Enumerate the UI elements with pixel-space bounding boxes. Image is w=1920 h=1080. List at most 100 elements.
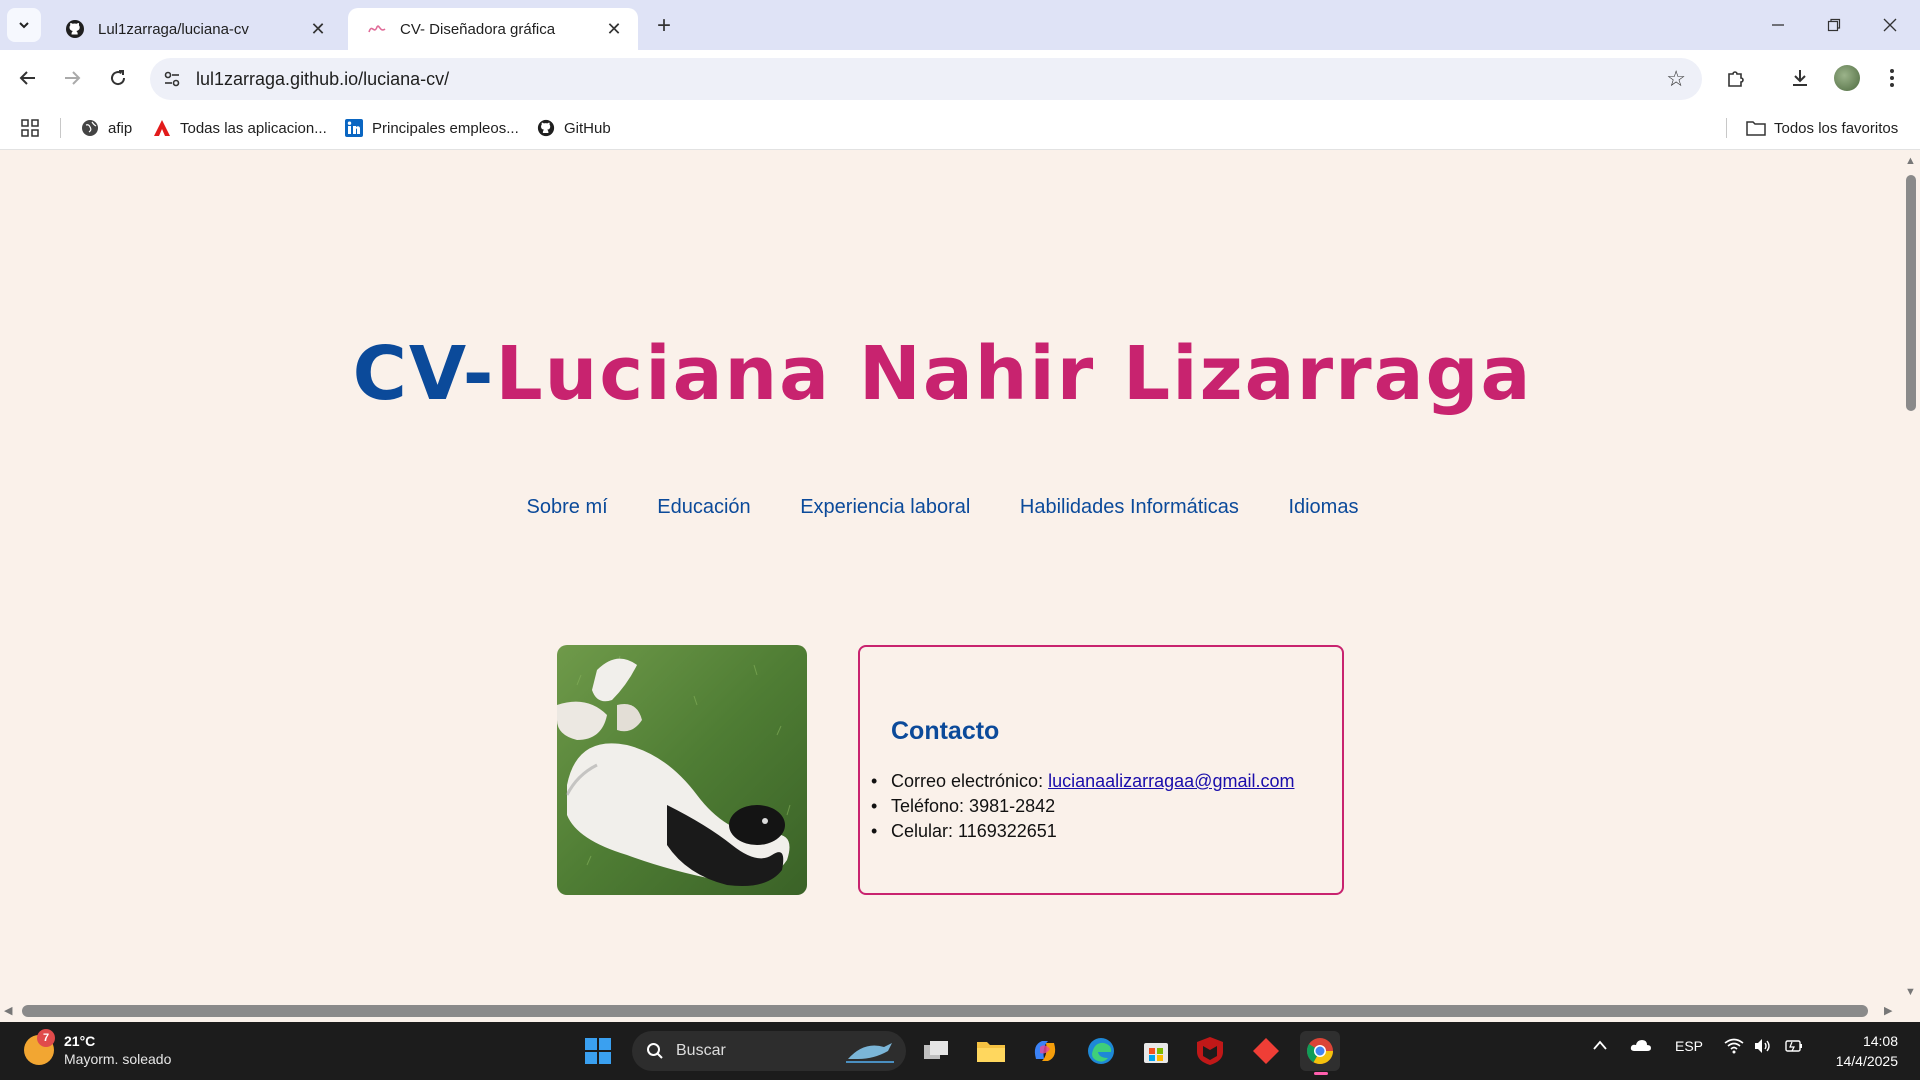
email-link[interactable]: lucianaalizarragaa@gmail.com bbox=[1048, 771, 1294, 791]
clock[interactable]: 14:08 14/4/2025 bbox=[1836, 1031, 1898, 1071]
nav-link-idiomas[interactable]: Idiomas bbox=[1288, 496, 1358, 519]
weather-desc: Mayorm. soleado bbox=[64, 1051, 172, 1067]
anydesk-icon bbox=[1253, 1038, 1279, 1064]
profile-photo bbox=[557, 645, 807, 895]
bookmark-label: Principales empleos... bbox=[372, 119, 519, 137]
all-bookmarks-button[interactable]: Todos los favoritos bbox=[1746, 116, 1898, 140]
nav-link-experiencia[interactable]: Experiencia laboral bbox=[800, 496, 970, 519]
close-tab-icon[interactable]: ✕ bbox=[604, 19, 624, 39]
start-button[interactable] bbox=[578, 1031, 618, 1071]
apps-button[interactable] bbox=[20, 116, 40, 140]
wifi-icon[interactable] bbox=[1724, 1038, 1744, 1057]
battery-icon[interactable] bbox=[1784, 1038, 1804, 1057]
vertical-scrollbar[interactable]: ▲ ▼ bbox=[1902, 151, 1920, 1000]
minimize-icon bbox=[1772, 24, 1784, 26]
extensions-button[interactable] bbox=[1720, 62, 1752, 94]
reload-button[interactable] bbox=[102, 62, 134, 94]
new-tab-button[interactable]: + bbox=[650, 12, 678, 40]
horizontal-scroll-thumb[interactable] bbox=[22, 1005, 1868, 1017]
bookmark-label: GitHub bbox=[564, 119, 611, 137]
contact-email-item: Correo electrónico: lucianaalizarragaa@g… bbox=[871, 769, 1294, 794]
bookmark-afip[interactable]: afip bbox=[80, 116, 132, 140]
contact-mobile-item: Celular: 1169322651 bbox=[871, 819, 1294, 844]
volume-icon[interactable] bbox=[1754, 1038, 1772, 1057]
tab-title: Lul1zarraga/luciana-cv bbox=[98, 20, 249, 38]
taskbar-search[interactable]: Buscar bbox=[632, 1031, 906, 1071]
minimize-button[interactable] bbox=[1750, 0, 1806, 50]
more-vertical-icon bbox=[1890, 69, 1894, 87]
contact-phone-item: Teléfono: 3981-2842 bbox=[871, 794, 1294, 819]
mcafee-button[interactable] bbox=[1190, 1031, 1230, 1071]
clock-date: 14/4/2025 bbox=[1835, 1053, 1898, 1069]
arrow-right-icon bbox=[65, 71, 81, 85]
dog-photo-image bbox=[557, 645, 807, 895]
url-text[interactable]: lul1zarraga.github.io/luciana-cv/ bbox=[196, 69, 449, 90]
nav-link-educacion[interactable]: Educación bbox=[657, 496, 750, 519]
downloads-button[interactable] bbox=[1784, 62, 1816, 94]
chevron-down-icon bbox=[19, 22, 29, 29]
close-tab-icon[interactable]: ✕ bbox=[308, 19, 328, 39]
edge-button[interactable] bbox=[1081, 1031, 1121, 1071]
weather-badge: 7 bbox=[37, 1029, 55, 1047]
weather-widget[interactable]: 7 21°C Mayorm. soleado bbox=[24, 1029, 172, 1068]
vertical-scroll-thumb[interactable] bbox=[1906, 175, 1916, 411]
store-button[interactable] bbox=[1136, 1031, 1176, 1071]
restore-button[interactable] bbox=[1806, 0, 1862, 50]
edge-icon bbox=[1088, 1038, 1114, 1064]
contact-list: Correo electrónico: lucianaalizarragaa@g… bbox=[871, 769, 1294, 844]
profile-avatar[interactable] bbox=[1834, 65, 1860, 91]
arrow-left-icon bbox=[19, 71, 35, 85]
pink-signature-icon bbox=[366, 18, 388, 40]
tab-cv[interactable]: CV- Diseñadora gráfica ✕ bbox=[348, 8, 638, 50]
nav-link-habilidades[interactable]: Habilidades Informáticas bbox=[1020, 496, 1239, 519]
menu-button[interactable] bbox=[1876, 62, 1908, 94]
nav-link-sobre-mi[interactable]: Sobre mí bbox=[527, 496, 608, 519]
store-icon bbox=[1144, 1043, 1168, 1063]
contact-card: Contacto Correo electrónico: lucianaaliz… bbox=[858, 645, 1344, 895]
address-bar[interactable]: lul1zarraga.github.io/luciana-cv/ ☆ bbox=[150, 58, 1702, 100]
bookmark-linkedin[interactable]: Principales empleos... bbox=[344, 116, 519, 140]
task-view-button[interactable] bbox=[916, 1031, 956, 1071]
file-explorer-button[interactable] bbox=[971, 1031, 1011, 1071]
language-indicator[interactable]: ESP bbox=[1675, 1038, 1703, 1054]
copilot-icon bbox=[1034, 1041, 1056, 1061]
search-icon bbox=[647, 1043, 663, 1059]
bookmark-github[interactable]: GitHub bbox=[536, 116, 611, 140]
horizontal-scrollbar[interactable]: ◀ ▶ bbox=[0, 1000, 1920, 1022]
close-icon bbox=[1883, 18, 1897, 32]
scroll-left-icon[interactable]: ◀ bbox=[4, 1004, 12, 1017]
restore-icon bbox=[1827, 18, 1841, 32]
adobe-icon bbox=[152, 118, 172, 138]
windows-logo-icon bbox=[585, 1038, 611, 1064]
title-name: Luciana Nahir Lizarraga bbox=[495, 331, 1533, 417]
dolphin-decoration-icon bbox=[846, 1043, 894, 1063]
bookmark-star-icon[interactable]: ☆ bbox=[1666, 66, 1686, 92]
back-button[interactable] bbox=[12, 62, 44, 94]
bookmark-adobe[interactable]: Todas las aplicacion... bbox=[152, 116, 327, 140]
forward-button[interactable] bbox=[56, 62, 88, 94]
windows-taskbar: 7 21°C Mayorm. soleado Buscar ESP 14:08 … bbox=[0, 1022, 1920, 1080]
contact-heading: Contacto bbox=[891, 717, 1000, 745]
task-view-icon bbox=[924, 1041, 948, 1059]
close-window-button[interactable] bbox=[1862, 0, 1918, 50]
tab-github-repo[interactable]: Lul1zarraga/luciana-cv ✕ bbox=[46, 8, 342, 50]
email-label: Correo electrónico: bbox=[891, 771, 1049, 791]
scroll-up-icon[interactable]: ▲ bbox=[1905, 155, 1916, 167]
onedrive-icon[interactable] bbox=[1630, 1038, 1652, 1055]
page-viewport: CV-Luciana Nahir Lizarraga Sobre mí Educ… bbox=[0, 151, 1902, 1000]
show-hidden-icons[interactable] bbox=[1592, 1038, 1608, 1054]
tab-search-button[interactable] bbox=[7, 8, 41, 42]
reload-icon bbox=[111, 70, 126, 86]
bookmarks-bar: afip Todas las aplicacion... Principales… bbox=[0, 106, 1920, 150]
chrome-button[interactable] bbox=[1300, 1031, 1340, 1075]
scroll-right-icon[interactable]: ▶ bbox=[1884, 1004, 1892, 1017]
github-icon bbox=[536, 118, 556, 138]
bookmark-label: afip bbox=[108, 119, 133, 137]
site-settings-icon[interactable] bbox=[160, 67, 184, 91]
globe-icon bbox=[80, 118, 100, 138]
copilot-button[interactable] bbox=[1025, 1031, 1065, 1071]
bookmark-separator bbox=[60, 118, 61, 138]
anydesk-button[interactable] bbox=[1246, 1031, 1286, 1071]
scroll-down-icon[interactable]: ▼ bbox=[1905, 986, 1916, 998]
tab-strip: Lul1zarraga/luciana-cv ✕ CV- Diseñadora … bbox=[0, 0, 1920, 50]
